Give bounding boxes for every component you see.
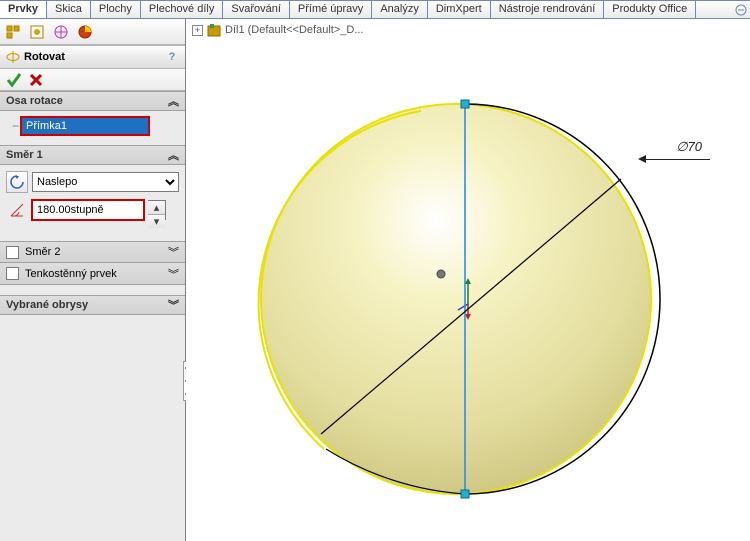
target-icon[interactable]	[50, 21, 72, 43]
thin-checkbox[interactable]	[6, 267, 19, 280]
dimension-label[interactable]: ∅70	[676, 139, 702, 155]
dimension-leader	[640, 159, 710, 160]
collapse-icon: ︽	[168, 93, 179, 109]
section-axis-header[interactable]: Osa rotace ︽	[0, 91, 185, 111]
angle-icon	[6, 199, 28, 221]
expand-icon: ︾	[168, 244, 179, 260]
help-icon[interactable]: ?	[165, 51, 179, 63]
tab-prime-upravy[interactable]: Přímé úpravy	[290, 1, 372, 18]
part-icon	[207, 23, 221, 37]
section-thin-title: Tenkostěnný prvek	[25, 268, 117, 280]
section-dir1-header[interactable]: Směr 1 ︽	[0, 145, 185, 165]
tab-svarovani[interactable]: Svařování	[223, 1, 290, 18]
dimension-arrow-icon	[638, 155, 646, 163]
feature-tree-row[interactable]: + Díl1 (Default<<Default>_D...	[192, 23, 364, 37]
cancel-button[interactable]	[28, 72, 44, 88]
dir2-checkbox[interactable]	[6, 246, 19, 259]
command-tabs: Prvky Skica Plochy Plechové díly Svařová…	[0, 0, 750, 19]
section-thin-header[interactable]: Tenkostěnný prvek ︾	[0, 263, 185, 285]
section-dir1-body: Naslepo ▴ ▾	[0, 165, 185, 231]
tab-dimxpert[interactable]: DimXpert	[428, 1, 491, 18]
tab-plochy[interactable]: Plochy	[91, 1, 141, 18]
confirm-row	[0, 69, 185, 91]
settings-icon[interactable]	[26, 21, 48, 43]
tab-analyzy[interactable]: Analýzy	[372, 1, 428, 18]
section-contours-header[interactable]: Vybrané obrysy ︾	[0, 295, 185, 315]
graphics-viewport[interactable]: + Díl1 (Default<<Default>_D...	[186, 19, 750, 541]
section-axis-body: ---	[0, 111, 185, 145]
spinner-down-icon[interactable]: ▾	[148, 215, 165, 228]
tab-office[interactable]: Produkty Office	[604, 1, 696, 18]
direction-mode-select[interactable]: Naslepo	[32, 172, 179, 192]
tabs-overflow-icon[interactable]	[732, 1, 750, 18]
angle-spinner[interactable]: ▴ ▾	[148, 200, 166, 220]
tab-plechove-dily[interactable]: Plechové díly	[141, 1, 223, 18]
model-sphere	[226, 69, 686, 529]
angle-input[interactable]	[32, 200, 144, 220]
feature-tree-icon[interactable]	[2, 21, 24, 43]
tab-prvky[interactable]: Prvky	[0, 1, 47, 18]
spinner-up-icon[interactable]: ▴	[148, 201, 165, 215]
panel-toolbar	[0, 19, 185, 45]
section-dir2-header[interactable]: Směr 2 ︾	[0, 241, 185, 263]
tree-label: Díl1 (Default<<Default>_D...	[225, 24, 364, 36]
ok-button[interactable]	[6, 72, 22, 88]
axis-input[interactable]	[21, 117, 149, 135]
feature-title: Rotovat	[24, 51, 65, 63]
expand-icon: ︾	[168, 297, 179, 313]
section-dir2-title: Směr 2	[25, 246, 60, 258]
revolve-icon	[6, 50, 20, 64]
property-panel: Rotovat ? Osa rotace ︽ --- Směr 1 ︽	[0, 19, 186, 541]
tab-skica[interactable]: Skica	[47, 1, 91, 18]
feature-title-bar: Rotovat ?	[0, 45, 185, 69]
tree-expand-icon[interactable]: +	[192, 25, 203, 36]
expand-icon: ︾	[168, 266, 179, 282]
section-axis-title: Osa rotace	[6, 95, 63, 107]
appearance-icon[interactable]	[74, 21, 96, 43]
reverse-direction-icon[interactable]	[6, 171, 28, 193]
tab-rendrovani[interactable]: Nástroje rendrování	[491, 1, 605, 18]
axis-line-icon: ---	[12, 120, 17, 132]
section-contours-title: Vybrané obrysy	[6, 299, 88, 311]
collapse-icon: ︽	[168, 147, 179, 163]
section-dir1-title: Směr 1	[6, 149, 43, 161]
